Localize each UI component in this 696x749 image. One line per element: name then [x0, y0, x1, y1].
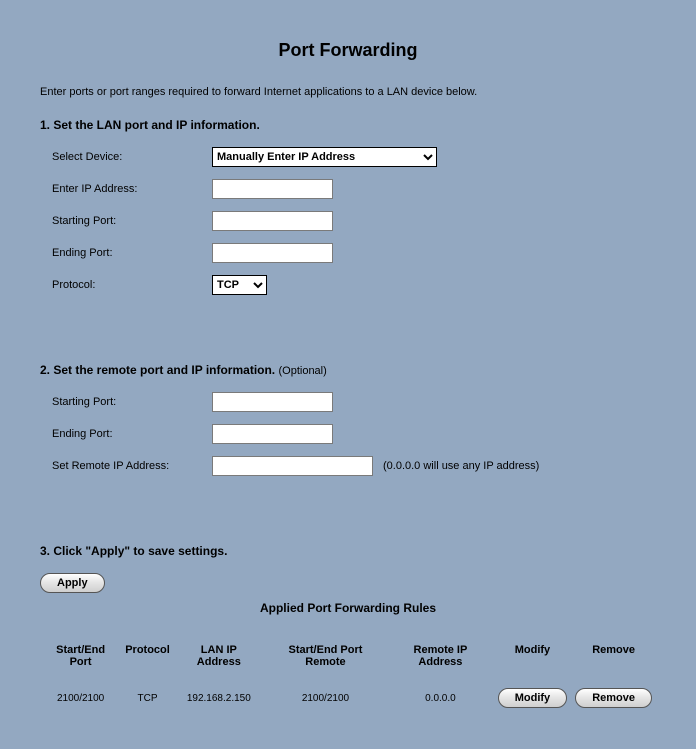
lan-start-port-input[interactable]	[212, 211, 333, 231]
remote-ip-input[interactable]	[212, 456, 373, 476]
rules-title: Applied Port Forwarding Rules	[40, 601, 656, 615]
col-protocol: Protocol	[121, 640, 174, 686]
col-remove: Remove	[571, 640, 656, 686]
cell-lan-ip: 192.168.2.150	[174, 686, 264, 710]
select-device-label: Select Device:	[52, 151, 212, 163]
section2-optional: (Optional)	[278, 365, 326, 377]
section2-heading: 2. Set the remote port and IP informatio…	[40, 363, 656, 377]
section1-heading: 1. Set the LAN port and IP information.	[40, 118, 656, 132]
enter-ip-input[interactable]	[212, 179, 333, 199]
select-device-dropdown[interactable]: Manually Enter IP Address	[212, 147, 437, 167]
lan-end-port-input[interactable]	[212, 243, 333, 263]
protocol-label: Protocol:	[52, 279, 212, 291]
cell-protocol: TCP	[121, 686, 174, 710]
section3-heading: 3. Click "Apply" to save settings.	[40, 544, 656, 558]
cell-remote-ip: 0.0.0.0	[387, 686, 494, 710]
remote-start-port-label: Starting Port:	[52, 396, 212, 408]
page-title: Port Forwarding	[40, 40, 656, 61]
lan-end-port-label: Ending Port:	[52, 247, 212, 259]
section2-heading-text: 2. Set the remote port and IP informatio…	[40, 363, 278, 377]
intro-text: Enter ports or port ranges required to f…	[40, 86, 656, 98]
col-modify: Modify	[494, 640, 571, 686]
remote-ip-label: Set Remote IP Address:	[52, 460, 212, 472]
col-start-end-port: Start/End Port	[40, 640, 121, 686]
remove-button[interactable]: Remove	[575, 688, 652, 708]
port-forwarding-panel: Port Forwarding Enter ports or port rang…	[0, 0, 696, 749]
rules-table: Start/End Port Protocol LAN IP Address S…	[40, 640, 656, 710]
remote-end-port-input[interactable]	[212, 424, 333, 444]
enter-ip-label: Enter IP Address:	[52, 183, 212, 195]
remote-end-port-label: Ending Port:	[52, 428, 212, 440]
lan-start-port-label: Starting Port:	[52, 215, 212, 227]
modify-button[interactable]: Modify	[498, 688, 567, 708]
cell-start-end-remote: 2100/2100	[264, 686, 387, 710]
cell-start-end-port: 2100/2100	[40, 686, 121, 710]
apply-button[interactable]: Apply	[40, 573, 105, 593]
protocol-dropdown[interactable]: TCP	[212, 275, 267, 295]
section1-form: Select Device: Manually Enter IP Address…	[52, 147, 656, 295]
rules-header-row: Start/End Port Protocol LAN IP Address S…	[40, 640, 656, 686]
section2-form: Starting Port: Ending Port: Set Remote I…	[52, 392, 656, 476]
table-row: 2100/2100 TCP 192.168.2.150 2100/2100 0.…	[40, 686, 656, 710]
col-remote-ip: Remote IP Address	[387, 640, 494, 686]
col-start-end-remote: Start/End Port Remote	[264, 640, 387, 686]
col-lan-ip: LAN IP Address	[174, 640, 264, 686]
remote-start-port-input[interactable]	[212, 392, 333, 412]
remote-ip-hint: (0.0.0.0 will use any IP address)	[383, 460, 539, 472]
